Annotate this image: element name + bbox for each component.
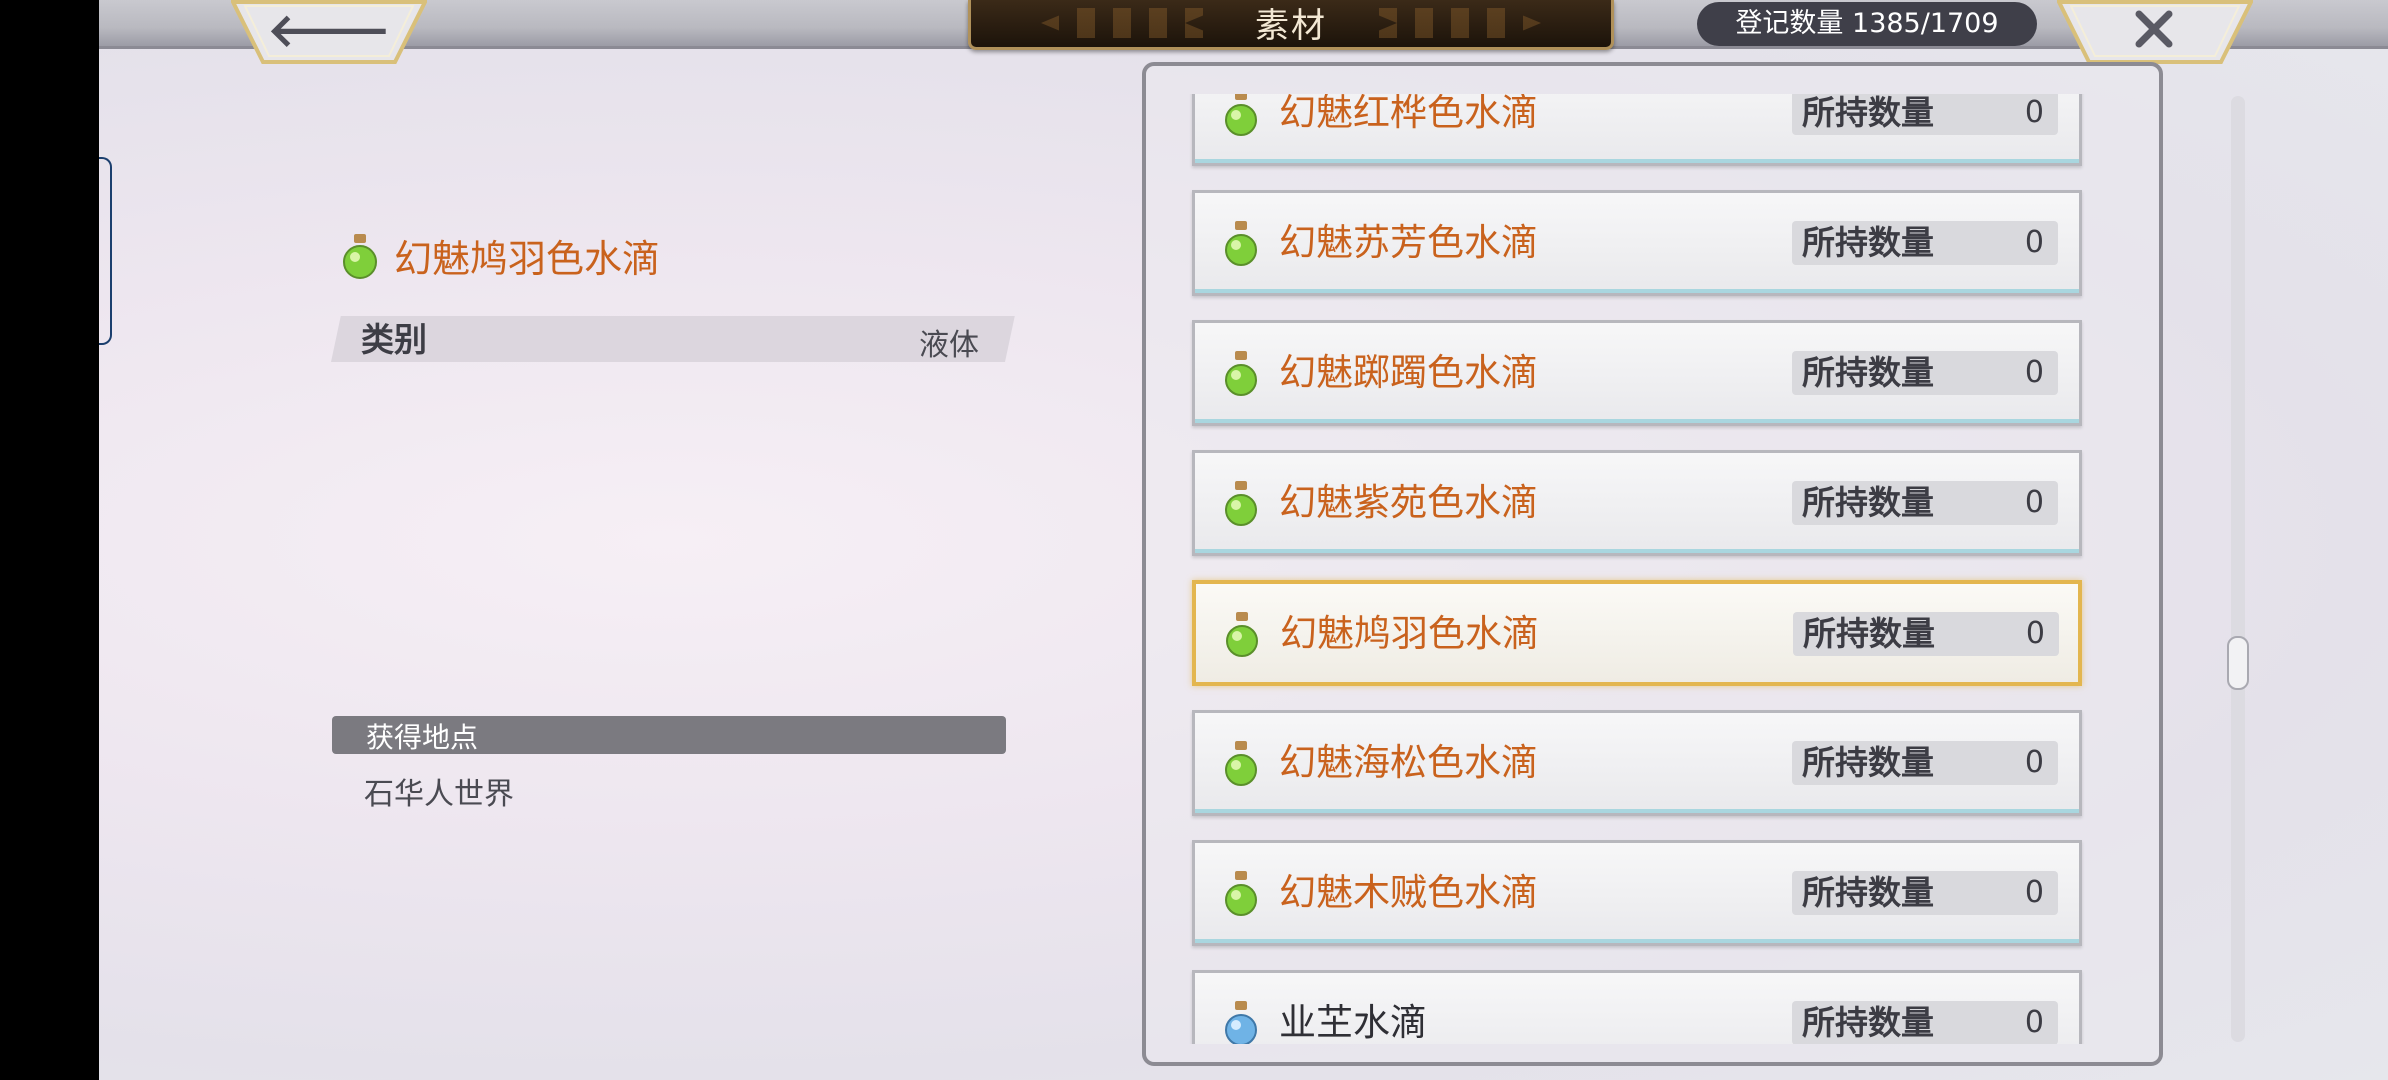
list-item-name: 幻魅海松色水滴 bbox=[1279, 741, 1538, 784]
scrollbar-track[interactable] bbox=[2231, 96, 2245, 1042]
list-item-name: 幻魅苏芳色水滴 bbox=[1279, 221, 1538, 264]
list-item-name: 业芏水滴 bbox=[1279, 1001, 1427, 1044]
quantity-label: 所持数量 bbox=[1802, 1003, 1934, 1042]
quantity-label: 所持数量 bbox=[1802, 483, 1934, 522]
list-item-name: 幻魅红桦色水滴 bbox=[1279, 94, 1538, 134]
quantity-label: 所持数量 bbox=[1803, 614, 1935, 653]
quantity-box: 所持数量 0 bbox=[1792, 351, 2058, 395]
green-potion-icon bbox=[1225, 871, 1257, 916]
quantity-value: 0 bbox=[2024, 225, 2044, 260]
quantity-box: 所持数量 0 bbox=[1792, 741, 2058, 785]
list-item[interactable]: 幻魅海松色水滴 所持数量 0 bbox=[1192, 710, 2082, 816]
quantity-value: 0 bbox=[2024, 355, 2044, 390]
quantity-box: 所持数量 0 bbox=[1792, 481, 2058, 525]
green-potion-icon bbox=[1226, 612, 1258, 657]
green-potion-icon bbox=[343, 234, 377, 279]
category-bar bbox=[331, 316, 1015, 362]
quantity-label: 所持数量 bbox=[1802, 223, 1934, 262]
item-list[interactable]: 幻魅红桦色水滴 所持数量 0 幻魅苏芳色水滴 所持数量 0 幻魅踯躅色水滴 所持数量 0 幻魅紫苑… bbox=[1182, 94, 2098, 1044]
list-item[interactable]: 幻魅红桦色水滴 所持数量 0 bbox=[1192, 94, 2082, 166]
green-potion-icon bbox=[1225, 741, 1257, 786]
green-potion-icon bbox=[1225, 221, 1257, 266]
quantity-box: 所持数量 0 bbox=[1792, 871, 2058, 915]
list-item[interactable]: 幻魅苏芳色水滴 所持数量 0 bbox=[1192, 190, 2082, 296]
green-potion-icon bbox=[1225, 94, 1257, 136]
list-item-selected[interactable]: 幻魅鸠羽色水滴 所持数量 0 bbox=[1192, 580, 2082, 686]
list-item-name: 幻魅紫苑色水滴 bbox=[1279, 481, 1538, 524]
list-item[interactable]: 幻魅紫苑色水滴 所持数量 0 bbox=[1192, 450, 2082, 556]
quantity-value: 0 bbox=[2024, 485, 2044, 520]
quantity-label: 所持数量 bbox=[1802, 353, 1934, 392]
quantity-box: 所持数量 0 bbox=[1792, 221, 2058, 265]
quantity-box: 所持数量 0 bbox=[1792, 1001, 2058, 1044]
quantity-label: 所持数量 bbox=[1802, 743, 1934, 782]
title-plate: 素材 bbox=[968, 0, 1614, 50]
quantity-label: 所持数量 bbox=[1802, 94, 1934, 132]
quantity-box: 所持数量 0 bbox=[1792, 94, 2058, 135]
list-item-name: 幻魅踯躅色水滴 bbox=[1279, 351, 1538, 394]
screen-background: 🡐 素材 登记数量 1385/1709 幻魅鸠羽色水滴 类别 液体 获得地点 石… bbox=[99, 0, 2388, 1080]
source-header: 获得地点 bbox=[332, 716, 1006, 754]
quantity-box: 所持数量 0 bbox=[1793, 612, 2059, 656]
green-potion-icon bbox=[1225, 351, 1257, 396]
scrollbar-thumb[interactable] bbox=[2227, 636, 2249, 690]
list-item-name: 幻魅木贼色水滴 bbox=[1279, 871, 1538, 914]
quantity-value: 0 bbox=[2024, 875, 2044, 910]
list-item-name: 幻魅鸠羽色水滴 bbox=[1280, 612, 1539, 655]
quantity-value: 0 bbox=[2025, 616, 2045, 651]
source-value: 石华人世界 bbox=[364, 777, 514, 812]
back-button[interactable]: 🡐 bbox=[231, 0, 427, 64]
quantity-value: 0 bbox=[2024, 745, 2044, 780]
list-item[interactable]: 业芏水滴 所持数量 0 bbox=[1192, 970, 2082, 1044]
detail-item-name: 幻魅鸠羽色水滴 bbox=[394, 237, 661, 281]
page-title: 素材 bbox=[1255, 6, 1327, 46]
category-value: 液体 bbox=[919, 328, 979, 363]
source-label: 获得地点 bbox=[366, 721, 479, 754]
quantity-value: 0 bbox=[2024, 95, 2044, 130]
close-button[interactable] bbox=[2057, 0, 2253, 64]
quantity-value: 0 bbox=[2024, 1005, 2044, 1040]
blue-potion-icon bbox=[1225, 1001, 1257, 1044]
list-item[interactable]: 幻魅踯躅色水滴 所持数量 0 bbox=[1192, 320, 2082, 426]
edge-tab bbox=[99, 157, 112, 345]
green-potion-icon bbox=[1225, 481, 1257, 526]
registered-count: 登记数量 1385/1709 bbox=[1697, 2, 2037, 46]
quantity-label: 所持数量 bbox=[1802, 873, 1934, 912]
back-arrow-icon: 🡐 bbox=[267, 3, 391, 57]
list-item[interactable]: 幻魅木贼色水滴 所持数量 0 bbox=[1192, 840, 2082, 946]
category-label: 类别 bbox=[361, 320, 427, 359]
